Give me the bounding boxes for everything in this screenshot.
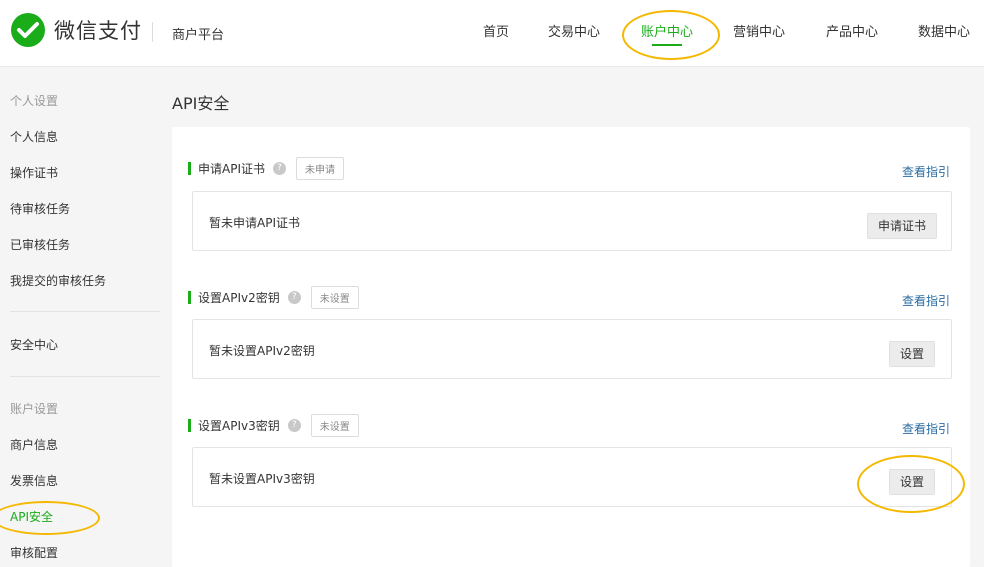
status-badge: 未设置 [310, 286, 359, 309]
section-title-text: 申请API证书 [198, 162, 265, 176]
sidebar-divider [10, 311, 160, 312]
set-apiv2-button[interactable]: 设置 [888, 341, 935, 367]
section-apiv3-title: 设置APIv3密钥 ? 未设置 [188, 414, 359, 437]
nav-transactions[interactable]: 交易中心 [548, 21, 600, 40]
apiv2-key-card: 暂未设置APIv2密钥 设置 [192, 319, 952, 379]
platform-name: 商户平台 [172, 28, 225, 43]
section-marker [188, 291, 191, 304]
sidebar-item-personal-info[interactable]: 个人信息 [10, 128, 58, 145]
sidebar-item-review-config[interactable]: 审核配置 [10, 544, 58, 561]
card-status-text: 暂未设置APIv3密钥 [209, 472, 315, 486]
header-divider [152, 22, 153, 42]
api-security-panel: 申请API证书 ? 未申请 查看指引 暂未申请API证书 申请证书 设置APIv… [172, 127, 970, 567]
sidebar-item-api-security[interactable]: API安全 [10, 508, 53, 525]
section-apiv2-title: 设置APIv2密钥 ? 未设置 [188, 286, 359, 309]
sidebar-item-invoice-info[interactable]: 发票信息 [10, 472, 58, 489]
nav-marketing[interactable]: 营销中心 [733, 21, 785, 40]
section-title-text: 设置APIv3密钥 [198, 419, 280, 433]
nav-active-indicator [652, 44, 682, 46]
view-guide-link[interactable]: 查看指引 [902, 420, 950, 437]
sidebar-item-my-submitted[interactable]: 我提交的审核任务 [10, 272, 106, 289]
nav-data-center[interactable]: 数据中心 [918, 21, 970, 40]
nav-products[interactable]: 产品中心 [826, 21, 878, 40]
apply-cert-button[interactable]: 申请证书 [866, 213, 937, 239]
logo-text: 微信支付 [54, 19, 142, 43]
apiv3-key-card: 暂未设置APIv3密钥 设置 [192, 447, 952, 507]
sidebar-heading-personal: 个人设置 [10, 94, 59, 108]
section-api-cert-title: 申请API证书 ? 未申请 [188, 157, 344, 180]
card-status-text: 暂未设置APIv2密钥 [209, 344, 315, 358]
view-guide-link[interactable]: 查看指引 [902, 163, 950, 180]
sidebar-item-reviewed[interactable]: 已审核任务 [10, 236, 70, 253]
section-marker [188, 162, 191, 175]
nav-home[interactable]: 首页 [483, 21, 509, 40]
nav-account-center[interactable]: 账户中心 [641, 21, 693, 40]
sidebar: 个人设置 个人信息 操作证书 待审核任务 已审核任务 我提交的审核任务 安全中心… [0, 67, 172, 566]
card-status-text: 暂未申请API证书 [209, 216, 300, 230]
page-title: API安全 [172, 94, 230, 113]
section-title-text: 设置APIv2密钥 [198, 291, 280, 305]
question-circle-icon[interactable]: ? [273, 162, 286, 175]
status-badge: 未设置 [310, 414, 359, 437]
sidebar-item-pending-review[interactable]: 待审核任务 [10, 200, 70, 217]
status-badge: 未申请 [296, 157, 344, 180]
wechat-pay-logo[interactable]: 微信支付 [10, 12, 142, 48]
set-apiv3-button[interactable]: 设置 [888, 469, 935, 495]
wechat-pay-check-icon [11, 13, 45, 47]
top-header: 微信支付 商户平台 首页 交易中心 账户中心 营销中心 产品中心 数据中心 [0, 0, 984, 67]
question-circle-icon[interactable]: ? [287, 419, 301, 432]
view-guide-link[interactable]: 查看指引 [902, 292, 950, 309]
sidebar-item-security-center[interactable]: 安全中心 [10, 336, 58, 353]
section-marker [188, 419, 191, 432]
sidebar-item-merchant-info[interactable]: 商户信息 [10, 436, 58, 453]
api-cert-card: 暂未申请API证书 申请证书 [192, 191, 952, 251]
sidebar-heading-account: 账户设置 [10, 402, 59, 416]
question-circle-icon[interactable]: ? [287, 291, 301, 304]
sidebar-item-operation-cert[interactable]: 操作证书 [10, 164, 58, 181]
sidebar-divider [10, 376, 160, 377]
